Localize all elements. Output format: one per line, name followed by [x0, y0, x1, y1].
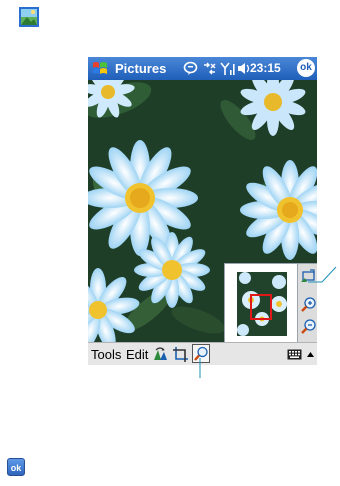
- rotate-icon[interactable]: [152, 346, 169, 363]
- clock-time[interactable]: 23:15: [250, 61, 281, 75]
- tools-menu[interactable]: Tools: [91, 347, 121, 362]
- device-screen: Pictures 23:15 ok Tools Edit: [88, 57, 317, 365]
- ok-icon: ok: [7, 458, 25, 476]
- crop-icon[interactable]: [172, 346, 189, 363]
- picture-icon: [19, 7, 39, 27]
- app-title: Pictures: [115, 61, 167, 76]
- connectivity-icon[interactable]: [202, 61, 217, 76]
- ok-button[interactable]: ok: [297, 59, 315, 77]
- zoom-in-icon[interactable]: [300, 296, 317, 313]
- signal-icon[interactable]: [220, 61, 235, 76]
- zoom-out-icon[interactable]: [300, 318, 317, 335]
- callout-line-zoom-button: [199, 358, 201, 378]
- messaging-icon[interactable]: [183, 61, 198, 76]
- zoom-area-rectangle[interactable]: [250, 294, 272, 320]
- title-bar: Pictures 23:15 ok: [88, 57, 317, 80]
- edit-menu[interactable]: Edit: [126, 347, 148, 362]
- up-arrow-icon[interactable]: [307, 352, 314, 357]
- keyboard-icon[interactable]: [287, 349, 302, 360]
- callout-line-zoom-fit: [308, 266, 337, 283]
- windows-flag-icon[interactable]: [91, 59, 110, 78]
- page: Pictures 23:15 ok Tools Edit ok: [0, 0, 340, 486]
- volume-icon[interactable]: [236, 61, 251, 76]
